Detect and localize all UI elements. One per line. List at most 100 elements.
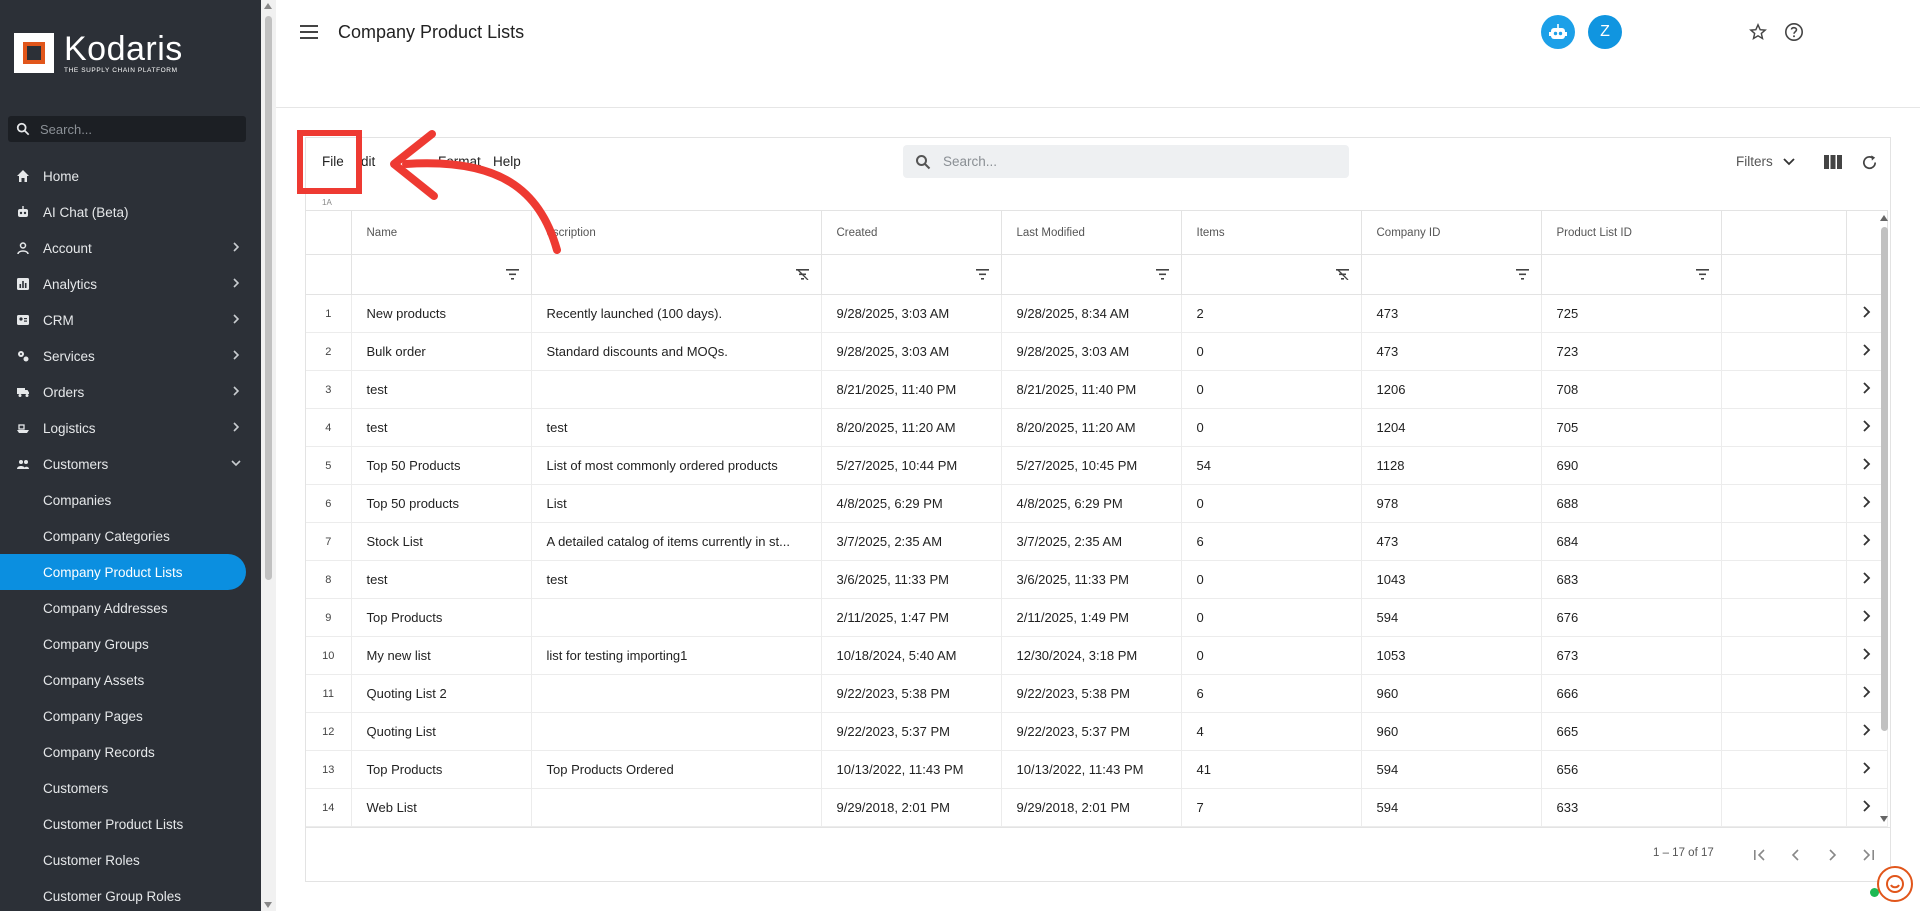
next-page-icon[interactable]	[1822, 845, 1842, 865]
filter-icon[interactable]	[975, 269, 989, 280]
cell-items: 54	[1181, 446, 1362, 485]
scroll-down-arrow[interactable]	[1880, 816, 1888, 822]
sidebar-subitem-company-records[interactable]: Company Records	[0, 734, 261, 770]
user-avatar[interactable]: Z	[1588, 15, 1622, 49]
page-title: Company Product Lists	[338, 22, 525, 42]
table-row[interactable]: 13 Top Products Top Products Ordered 10/13/…	[306, 750, 1888, 789]
table-row[interactable]: 9 Top Products 2/11/2025, 1:47 PM 2/11/2025…	[306, 598, 1888, 637]
sidebar-scrollbar[interactable]	[261, 0, 276, 911]
filter-off-icon[interactable]	[795, 269, 809, 280]
table-row[interactable]: 5 Top 50 Products List of most commonly or…	[306, 446, 1888, 485]
refresh-icon[interactable]	[1860, 153, 1878, 171]
cell-company-id: 1053	[1361, 636, 1542, 675]
cell-company-id: 1043	[1361, 560, 1542, 599]
grid-corner-tick: 1A	[322, 198, 332, 207]
logo-name: Kodaris	[64, 30, 183, 68]
truck-icon	[17, 388, 29, 397]
columns-icon[interactable]	[1824, 153, 1842, 171]
cell-name: Stock List	[351, 522, 532, 561]
column-header-last-modified[interactable]: Last Modified	[1001, 210, 1182, 255]
sidebar-subitem-customer-group-roles[interactable]: Customer Group Roles	[0, 878, 261, 911]
cell-created: 9/28/2025, 3:03 AM	[821, 294, 1002, 333]
sidebar-item-orders[interactable]: Orders	[0, 374, 261, 410]
first-page-icon[interactable]	[1750, 845, 1770, 865]
sidebar-item-crm[interactable]: CRM	[0, 302, 261, 338]
chevron-right-icon	[1863, 382, 1871, 394]
sidebar-subitem-customer-roles[interactable]: Customer Roles	[0, 842, 261, 878]
sidebar-item-analytics[interactable]: Analytics	[0, 266, 261, 302]
ai-assistant-button[interactable]	[1541, 15, 1575, 49]
table-row[interactable]: 10 My new list list for testing importing1…	[306, 636, 1888, 675]
column-header-created[interactable]: Created	[821, 210, 1002, 255]
sidebar-subitem-company-assets[interactable]: Company Assets	[0, 662, 261, 698]
table-row[interactable]: 14 Web List 9/29/2018, 2:01 PM 9/29/2018, 2…	[306, 788, 1888, 827]
cell-name: test	[351, 560, 532, 599]
filter-icon[interactable]	[505, 269, 519, 280]
cell-modified: 5/27/2025, 10:45 PM	[1001, 446, 1182, 485]
hamburger-menu-icon[interactable]	[300, 25, 318, 39]
previous-page-icon[interactable]	[1786, 845, 1806, 865]
sidebar-subitem-company-categories[interactable]: Company Categories	[0, 518, 261, 554]
row-number-header	[306, 210, 352, 255]
filter-row	[306, 254, 1888, 295]
logo-mark	[14, 33, 54, 73]
cell-modified: 4/8/2025, 6:29 PM	[1001, 484, 1182, 523]
sidebar-item-customers[interactable]: Customers	[0, 446, 261, 482]
table-row[interactable]: 3 test 8/21/2025, 11:40 PM 8/21/2025, 11:40…	[306, 370, 1888, 409]
scrollbar-thumb[interactable]	[265, 16, 272, 580]
row-number: 10	[306, 636, 352, 675]
table-search-input[interactable]: Search...	[903, 145, 1349, 178]
filter-off-icon[interactable]	[1335, 269, 1349, 280]
table-row[interactable]: 6 Top 50 products List 4/8/2025, 6:29 PM 4/8…	[306, 484, 1888, 523]
row-number: 7	[306, 522, 352, 561]
star-icon[interactable]	[1744, 18, 1772, 46]
cell-company-id: 960	[1361, 674, 1542, 713]
cell-list-id: 690	[1541, 446, 1722, 485]
filter-icon[interactable]	[1515, 269, 1529, 280]
help-circle-icon[interactable]	[1780, 18, 1808, 46]
column-header-items[interactable]: Items	[1181, 210, 1362, 255]
scroll-up-arrow[interactable]	[1880, 215, 1888, 221]
sidebar-item-logistics[interactable]: Logistics	[0, 410, 261, 446]
cell-modified: 12/30/2024, 3:18 PM	[1001, 636, 1182, 675]
table-row[interactable]: 12 Quoting List 9/22/2023, 5:37 PM 9/22/202…	[306, 712, 1888, 751]
cell-company-id: 594	[1361, 750, 1542, 789]
sidebar-subitem-company-product-lists[interactable]: Company Product Lists	[0, 554, 246, 590]
scrollbar-thumb[interactable]	[1881, 227, 1888, 731]
table-row[interactable]: 11 Quoting List 2 9/22/2023, 5:38 PM 9/22/2…	[306, 674, 1888, 713]
table-row[interactable]: 8 test test 3/6/2025, 11:33 PM 3/6/2025, 11:…	[306, 560, 1888, 599]
scroll-down-arrow[interactable]	[264, 902, 272, 908]
sidebar-subitem-company-groups[interactable]: Company Groups	[0, 626, 261, 662]
sidebar-subitem-companies[interactable]: Companies	[0, 482, 261, 518]
sidebar-subitem-company-addresses[interactable]: Company Addresses	[0, 590, 261, 626]
column-header-company-id[interactable]: Company ID	[1361, 210, 1542, 255]
row-number: 11	[306, 674, 352, 713]
sidebar-subitem-customer-product-lists[interactable]: Customer Product Lists	[0, 806, 261, 842]
cell-empty	[1721, 674, 1847, 713]
sidebar-item-account[interactable]: Account	[0, 230, 261, 266]
sidebar-subitem-company-pages[interactable]: Company Pages	[0, 698, 261, 734]
cell-empty	[1721, 598, 1847, 637]
column-header-product-list-id[interactable]: Product List ID	[1541, 210, 1722, 255]
robot-icon	[18, 206, 28, 217]
filters-dropdown[interactable]: Filters	[1736, 154, 1795, 169]
scroll-up-arrow[interactable]	[264, 3, 272, 9]
cell-description: test	[531, 560, 822, 599]
grid-scrollbar[interactable]	[1878, 213, 1890, 826]
filter-icon[interactable]	[1695, 269, 1709, 280]
sidebar-subitem-customers[interactable]: Customers	[0, 770, 261, 806]
table-row[interactable]: 7 Stock List A detailed catalog of items c…	[306, 522, 1888, 561]
sidebar-search-input[interactable]: Search...	[8, 116, 246, 142]
last-page-icon[interactable]	[1858, 845, 1878, 865]
chat-widget-button[interactable]	[1877, 866, 1913, 902]
sidebar-item-services[interactable]: Services	[0, 338, 261, 374]
table-row[interactable]: 1 New products Recently launched (100 days…	[306, 294, 1888, 333]
table-row[interactable]: 2 Bulk order Standard discounts and MOQs. 9…	[306, 332, 1888, 371]
top-header: Company Product Lists	[276, 0, 1920, 108]
menu-edit[interactable]: dit	[361, 154, 375, 169]
sidebar-item-ai-chat[interactable]: AI Chat (Beta)	[0, 194, 261, 230]
sidebar-item-home[interactable]: Home	[0, 158, 261, 194]
table-row[interactable]: 4 test test 8/20/2025, 11:20 AM 8/20/2025, 1…	[306, 408, 1888, 447]
kodaris-logo[interactable]: Kodaris THE SUPPLY CHAIN PLATFORM	[14, 32, 183, 74]
filter-icon[interactable]	[1155, 269, 1169, 280]
